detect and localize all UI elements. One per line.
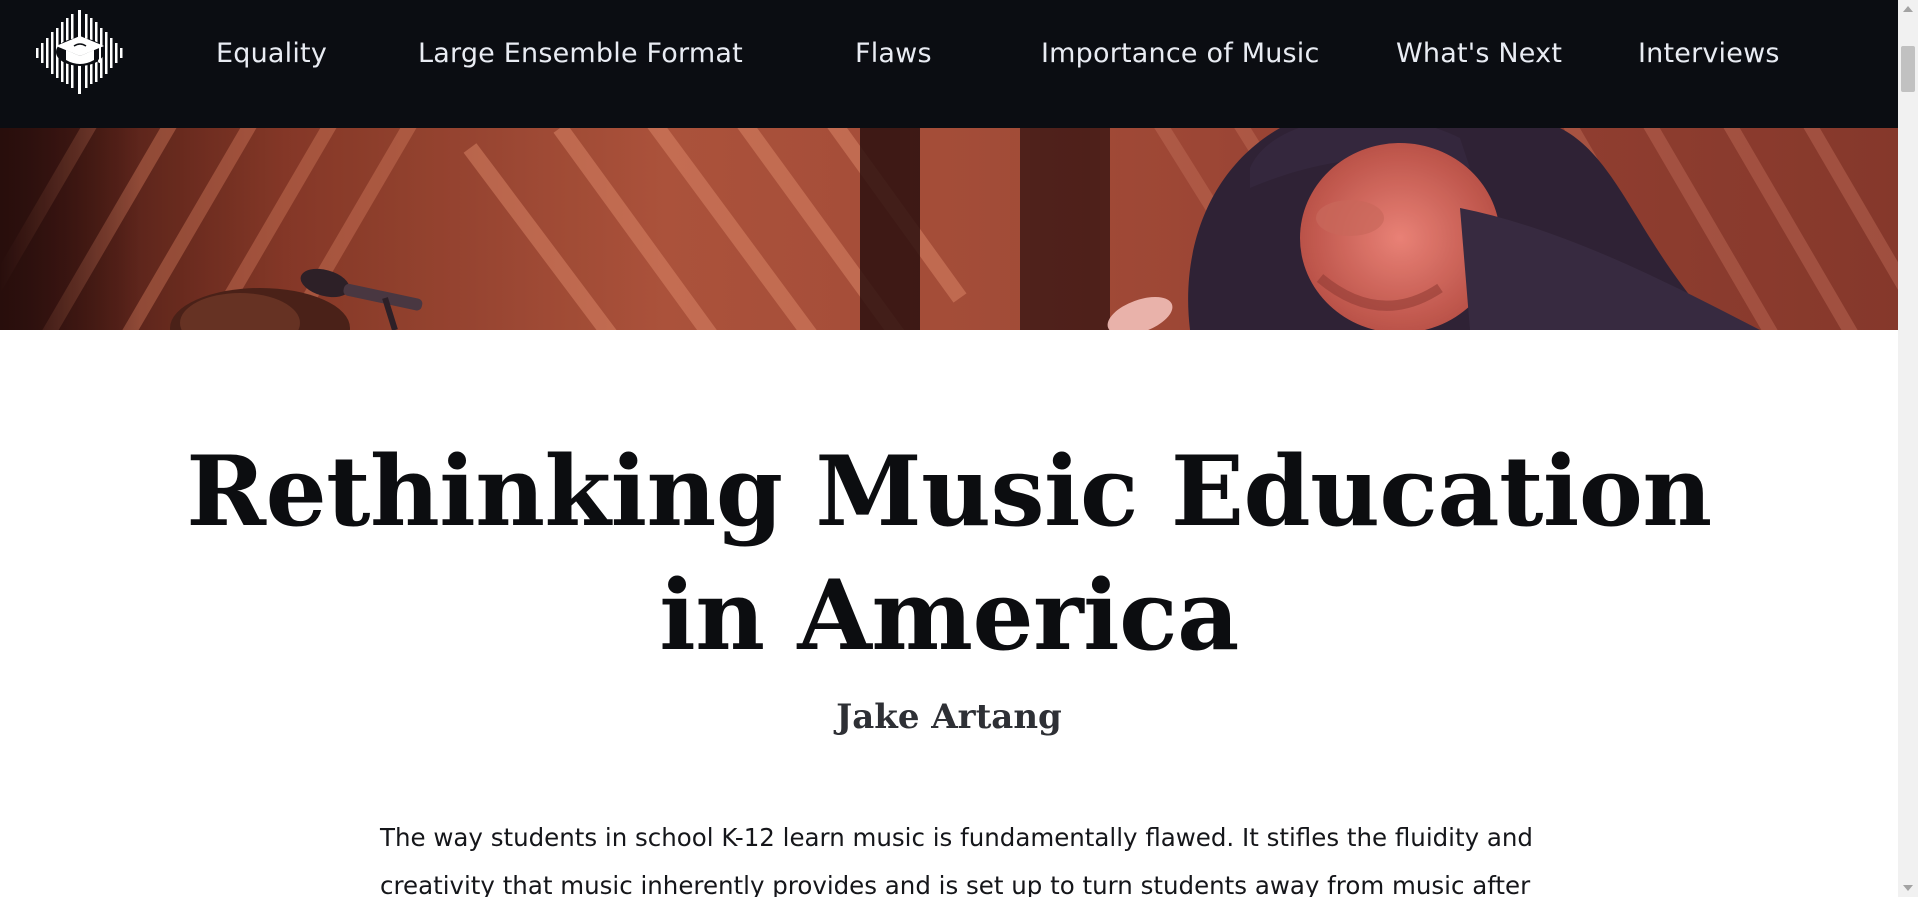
article-author: Jake Artang	[836, 697, 1062, 737]
nav-item-equality[interactable]: Equality	[216, 35, 327, 73]
vertical-scrollbar[interactable]	[1898, 0, 1918, 897]
music-education-logo-icon[interactable]	[34, 10, 126, 94]
article-title-line-1: Rethinking Music Education	[186, 435, 1712, 548]
nav-item-large-ensemble-format[interactable]: Large Ensemble Format	[418, 35, 743, 73]
nav-item-whats-next[interactable]: What's Next	[1396, 35, 1562, 73]
scroll-up-arrow-icon[interactable]	[1903, 6, 1913, 12]
article-intro-line-1: The way students in school K-12 learn mu…	[380, 823, 1533, 852]
top-navbar: Equality Large Ensemble Format Flaws Imp…	[0, 0, 1898, 128]
scroll-down-arrow-icon[interactable]	[1903, 885, 1913, 891]
nav-item-importance-of-music[interactable]: Importance of Music	[1041, 35, 1320, 73]
article-title-line-2: in America	[659, 559, 1239, 672]
nav-item-flaws[interactable]: Flaws	[855, 35, 932, 73]
page: Equality Large Ensemble Format Flaws Imp…	[0, 0, 1918, 897]
article-title: Rethinking Music Education in America	[100, 430, 1798, 678]
scrollbar-thumb[interactable]	[1901, 46, 1915, 92]
article-intro-paragraph: The way students in school K-12 learn mu…	[380, 814, 1533, 897]
nav-item-interviews[interactable]: Interviews	[1638, 35, 1780, 73]
hero-image	[0, 128, 1898, 330]
article-intro-line-2: creativity that music inherently provide…	[380, 871, 1531, 897]
